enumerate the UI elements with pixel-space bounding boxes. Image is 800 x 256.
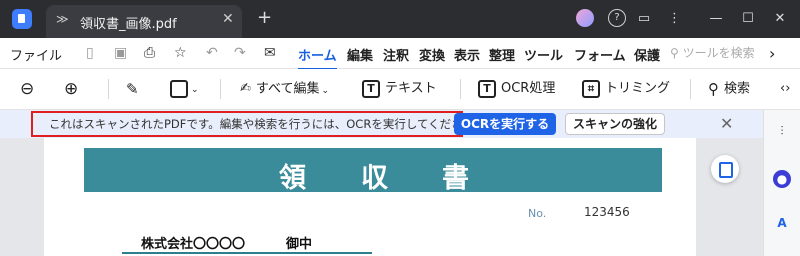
undo-icon[interactable]: ↶ [206, 45, 218, 61]
company-underline [122, 252, 372, 254]
enhance-scan-button[interactable]: スキャンの強化 [565, 113, 665, 135]
text-button[interactable]: T テキスト [362, 77, 437, 101]
toolbar-divider [108, 79, 109, 99]
search-button[interactable]: ⚲ 検索 [708, 77, 750, 101]
avatar[interactable] [576, 9, 594, 27]
text-box-icon: T [362, 79, 380, 98]
search-placeholder: ツールを検索 [682, 46, 755, 60]
company-name: 株式会社〇〇〇〇 [141, 237, 246, 252]
menu-tab-annotate[interactable]: 注釈 [383, 45, 409, 64]
lock-file-icon[interactable]: ▣ [114, 45, 127, 61]
zoom-out-icon[interactable]: ⊖ [20, 77, 34, 101]
menu-bar: ファイル ▯ ▣ ⎙ ☆ ↶ ↷ ✉ ホーム 編集 注釈 変換 表示 整理 ツー… [0, 38, 800, 70]
edit-all-button[interactable]: ✍ すべて編集 ⌄ [240, 77, 329, 101]
pen-edit-icon: ✍ [240, 81, 251, 96]
mail-icon[interactable]: ✉ [264, 45, 276, 61]
redo-icon[interactable]: ↷ [234, 45, 246, 61]
save-icon[interactable]: ▯ [86, 45, 94, 61]
pdf-page: 領 収 書 No. 123456 株式会社〇〇〇〇 御中 [44, 138, 696, 256]
print-icon[interactable]: ⎙ [144, 45, 155, 61]
tab-close-icon[interactable]: ✕ [222, 11, 234, 27]
close-window-icon[interactable]: ✕ [772, 9, 788, 29]
tab-chevron-icon[interactable]: ≫ [56, 12, 69, 26]
highlight-icon[interactable]: ✎ [126, 77, 139, 101]
menu-tab-home[interactable]: ホーム [298, 45, 337, 70]
run-ocr-button[interactable]: OCRを実行する [454, 113, 556, 135]
shape-tool-button[interactable]: ⌄ [170, 77, 199, 101]
tab-title: 領収書_画像.pdf [80, 17, 177, 32]
ai-assistant-icon[interactable]: ● [773, 170, 791, 188]
document-tab[interactable]: ≫ 領収書_画像.pdf ✕ [46, 5, 242, 38]
trim-label: トリミング [605, 81, 671, 96]
chevron-down-icon: ⌄ [191, 85, 199, 95]
text-label: テキスト [385, 81, 437, 96]
menu-tab-view[interactable]: 表示 [454, 45, 480, 64]
receipt-number-value: 123456 [584, 205, 630, 219]
search-icon: ⚲ [670, 46, 679, 60]
new-tab-icon[interactable]: + [257, 7, 272, 28]
receipt-title-char: 収 [361, 163, 388, 194]
edit-all-label: すべて編集 [255, 81, 320, 97]
toolbar-more-icon[interactable]: ‹› [780, 77, 790, 101]
page-thumbnail-button[interactable] [711, 155, 739, 183]
receipt-number-label: No. [528, 207, 547, 220]
toolbar-divider [220, 79, 221, 99]
menu-more-icon[interactable]: › [769, 44, 775, 63]
home-toolbar: ⊖ ⊕ ✎ ⌄ ✍ すべて編集 ⌄ T テキスト T OCR処理 ⌗ トリミング ⚲ 検索 … [0, 69, 800, 110]
maximize-icon[interactable]: ☐ [740, 9, 756, 29]
more-vert-icon[interactable]: ⋮ [668, 9, 681, 29]
title-bar: ≫ 領収書_画像.pdf ✕ + ? ▭ ⋮ — ☐ ✕ [0, 0, 800, 38]
app-logo-icon [12, 9, 32, 29]
translate-icon[interactable]: A [773, 214, 791, 232]
toolbar-divider [690, 79, 691, 99]
search-label: 検索 [724, 81, 751, 97]
toolbar-divider [460, 79, 461, 99]
menu-file[interactable]: ファイル [10, 45, 62, 64]
rectangle-icon [170, 79, 188, 98]
document-canvas[interactable]: 領 収 書 No. 123456 株式会社〇〇〇〇 御中 [0, 138, 763, 256]
ocr-label: OCR処理 [501, 81, 556, 96]
feedback-icon[interactable]: ▭ [636, 9, 652, 29]
tool-search-input[interactable]: ⚲ ツールを検索 [670, 44, 762, 62]
properties-sliders-icon[interactable]: ⫶ [773, 122, 791, 140]
right-side-panel: ⫶ ● A [763, 110, 800, 256]
scanned-pdf-message: これはスキャンされたPDFです。編集や検索を行うには、OCRを実行してください。 [31, 111, 463, 137]
ocr-button[interactable]: T OCR処理 [478, 77, 555, 101]
star-icon[interactable]: ☆ [174, 45, 187, 61]
trim-button[interactable]: ⌗ トリミング [582, 77, 670, 101]
receipt-title-banner: 領 収 書 [84, 148, 662, 194]
receipt-title-char: 領 [279, 163, 306, 194]
menu-tab-form[interactable]: フォーム [574, 45, 626, 64]
close-icon[interactable]: ✕ [720, 114, 733, 133]
receipt-title-char: 書 [442, 163, 469, 194]
menu-tab-convert[interactable]: 変換 [419, 45, 445, 64]
menu-tab-edit[interactable]: 編集 [347, 45, 373, 64]
menu-tab-organize[interactable]: 整理 [489, 45, 515, 64]
zoom-in-icon[interactable]: ⊕ [64, 77, 78, 101]
menu-tab-tools[interactable]: ツール [524, 45, 563, 64]
ocr-notice-bar: これはスキャンされたPDFです。編集や検索を行うには、OCRを実行してください。… [0, 110, 763, 138]
chevron-down-icon: ⌄ [321, 85, 330, 96]
minimize-icon[interactable]: — [708, 9, 724, 29]
magnifier-icon: ⚲ [708, 80, 719, 98]
help-icon[interactable]: ? [608, 9, 626, 27]
ocr-icon: T [478, 79, 496, 98]
menu-tab-protect[interactable]: 保護 [634, 45, 660, 64]
honorific: 御中 [286, 237, 313, 252]
crop-icon: ⌗ [582, 79, 600, 98]
